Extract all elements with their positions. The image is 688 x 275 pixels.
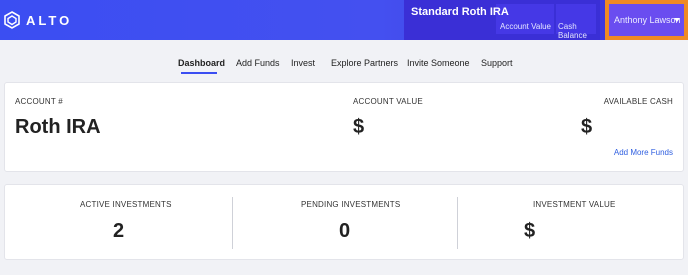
alto-logo-icon [4, 11, 20, 29]
add-more-funds-link[interactable]: Add More Funds [614, 148, 673, 157]
investment-value-label: INVESTMENT VALUE [533, 200, 616, 209]
active-investments-count: 2 [113, 220, 125, 242]
account-value-label: Account Value [500, 22, 551, 31]
nav-explore-partners[interactable]: Explore Partners [331, 58, 398, 68]
investments-card: ACTIVE INVESTMENTS 2 PENDING INVESTMENTS… [4, 184, 684, 260]
logo[interactable]: ALTO [4, 11, 72, 29]
nav-add-funds[interactable]: Add Funds [236, 58, 280, 68]
available-cash-heading: AVAILABLE CASH [603, 97, 673, 106]
nav-support[interactable]: Support [481, 58, 513, 68]
account-name: Roth IRA [15, 116, 101, 138]
user-name: Anthony Lawson [614, 15, 681, 25]
divider [457, 197, 458, 249]
caret-down-icon [674, 18, 680, 22]
nav-invest[interactable]: Invest [291, 58, 315, 68]
pending-investments-count: 0 [339, 220, 351, 242]
pending-investments-label: PENDING INVESTMENTS [301, 200, 401, 209]
active-investments-label: ACTIVE INVESTMENTS [80, 200, 172, 209]
nav-invite-someone[interactable]: Invite Someone [407, 58, 470, 68]
main-nav: Dashboard Add Funds Invest Explore Partn… [0, 40, 688, 78]
available-cash-amount: $ [581, 116, 593, 138]
nav-dashboard[interactable]: Dashboard [178, 58, 225, 68]
active-tab-indicator [181, 72, 217, 74]
account-value-heading: ACCOUNT VALUE [353, 97, 423, 106]
logo-text: ALTO [26, 12, 73, 28]
investment-value-amount: $ [524, 220, 536, 242]
account-title: Standard Roth IRA [411, 6, 509, 18]
account-value-amount: $ [353, 116, 365, 138]
cash-balance-label: Cash Balance [558, 22, 587, 40]
account-summary-card: ACCOUNT # Roth IRA ACCOUNT VALUE $ AVAIL… [4, 82, 684, 172]
divider [232, 197, 233, 249]
account-number-label: ACCOUNT # [15, 97, 63, 106]
top-header: ALTO Standard Roth IRA Account Value Cas… [0, 0, 688, 40]
user-menu-button[interactable]: Anthony Lawson [609, 4, 684, 36]
account-switcher[interactable]: Standard Roth IRA Account Value Cash Bal… [404, 0, 600, 40]
user-menu-highlight: Anthony Lawson [605, 0, 688, 40]
